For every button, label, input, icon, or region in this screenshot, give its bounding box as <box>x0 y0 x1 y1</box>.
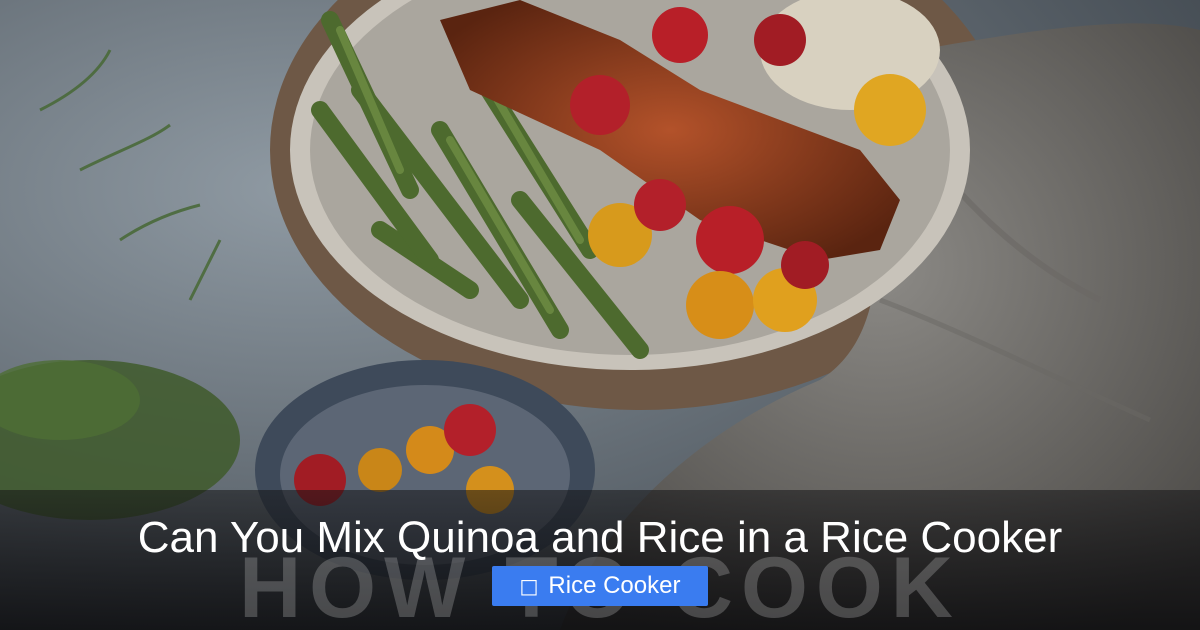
article-title[interactable]: Can You Mix Quinoa and Rice in a Rice Co… <box>0 512 1200 564</box>
tag-icon: □ <box>519 574 539 598</box>
category-badge[interactable]: □ Rice Cooker <box>492 566 708 606</box>
hero-card: HOW TO COOK Can You Mix Quinoa and Rice … <box>0 0 1200 630</box>
category-label: Rice Cooker <box>548 572 681 599</box>
